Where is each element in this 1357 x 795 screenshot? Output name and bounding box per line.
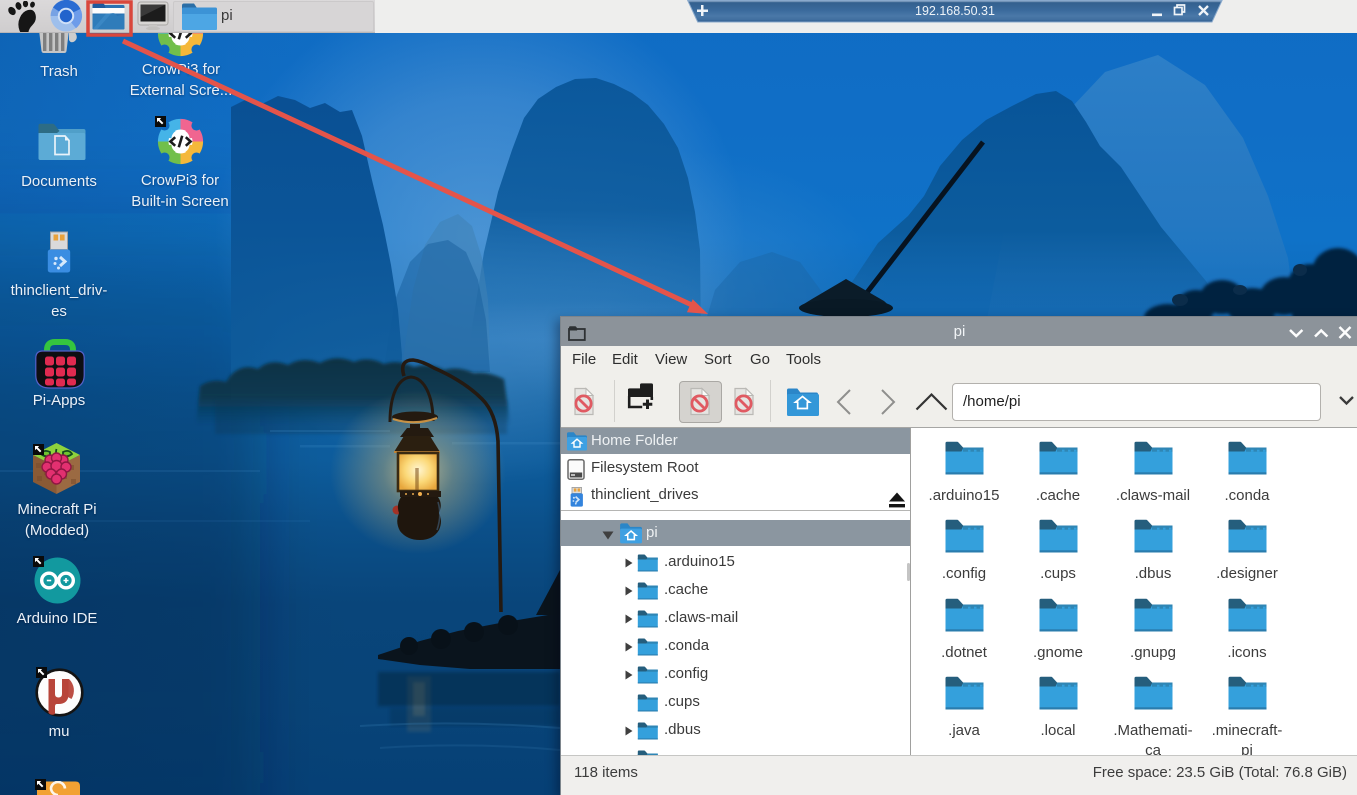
svg-text:192.168.50.31: 192.168.50.31 <box>915 4 995 18</box>
